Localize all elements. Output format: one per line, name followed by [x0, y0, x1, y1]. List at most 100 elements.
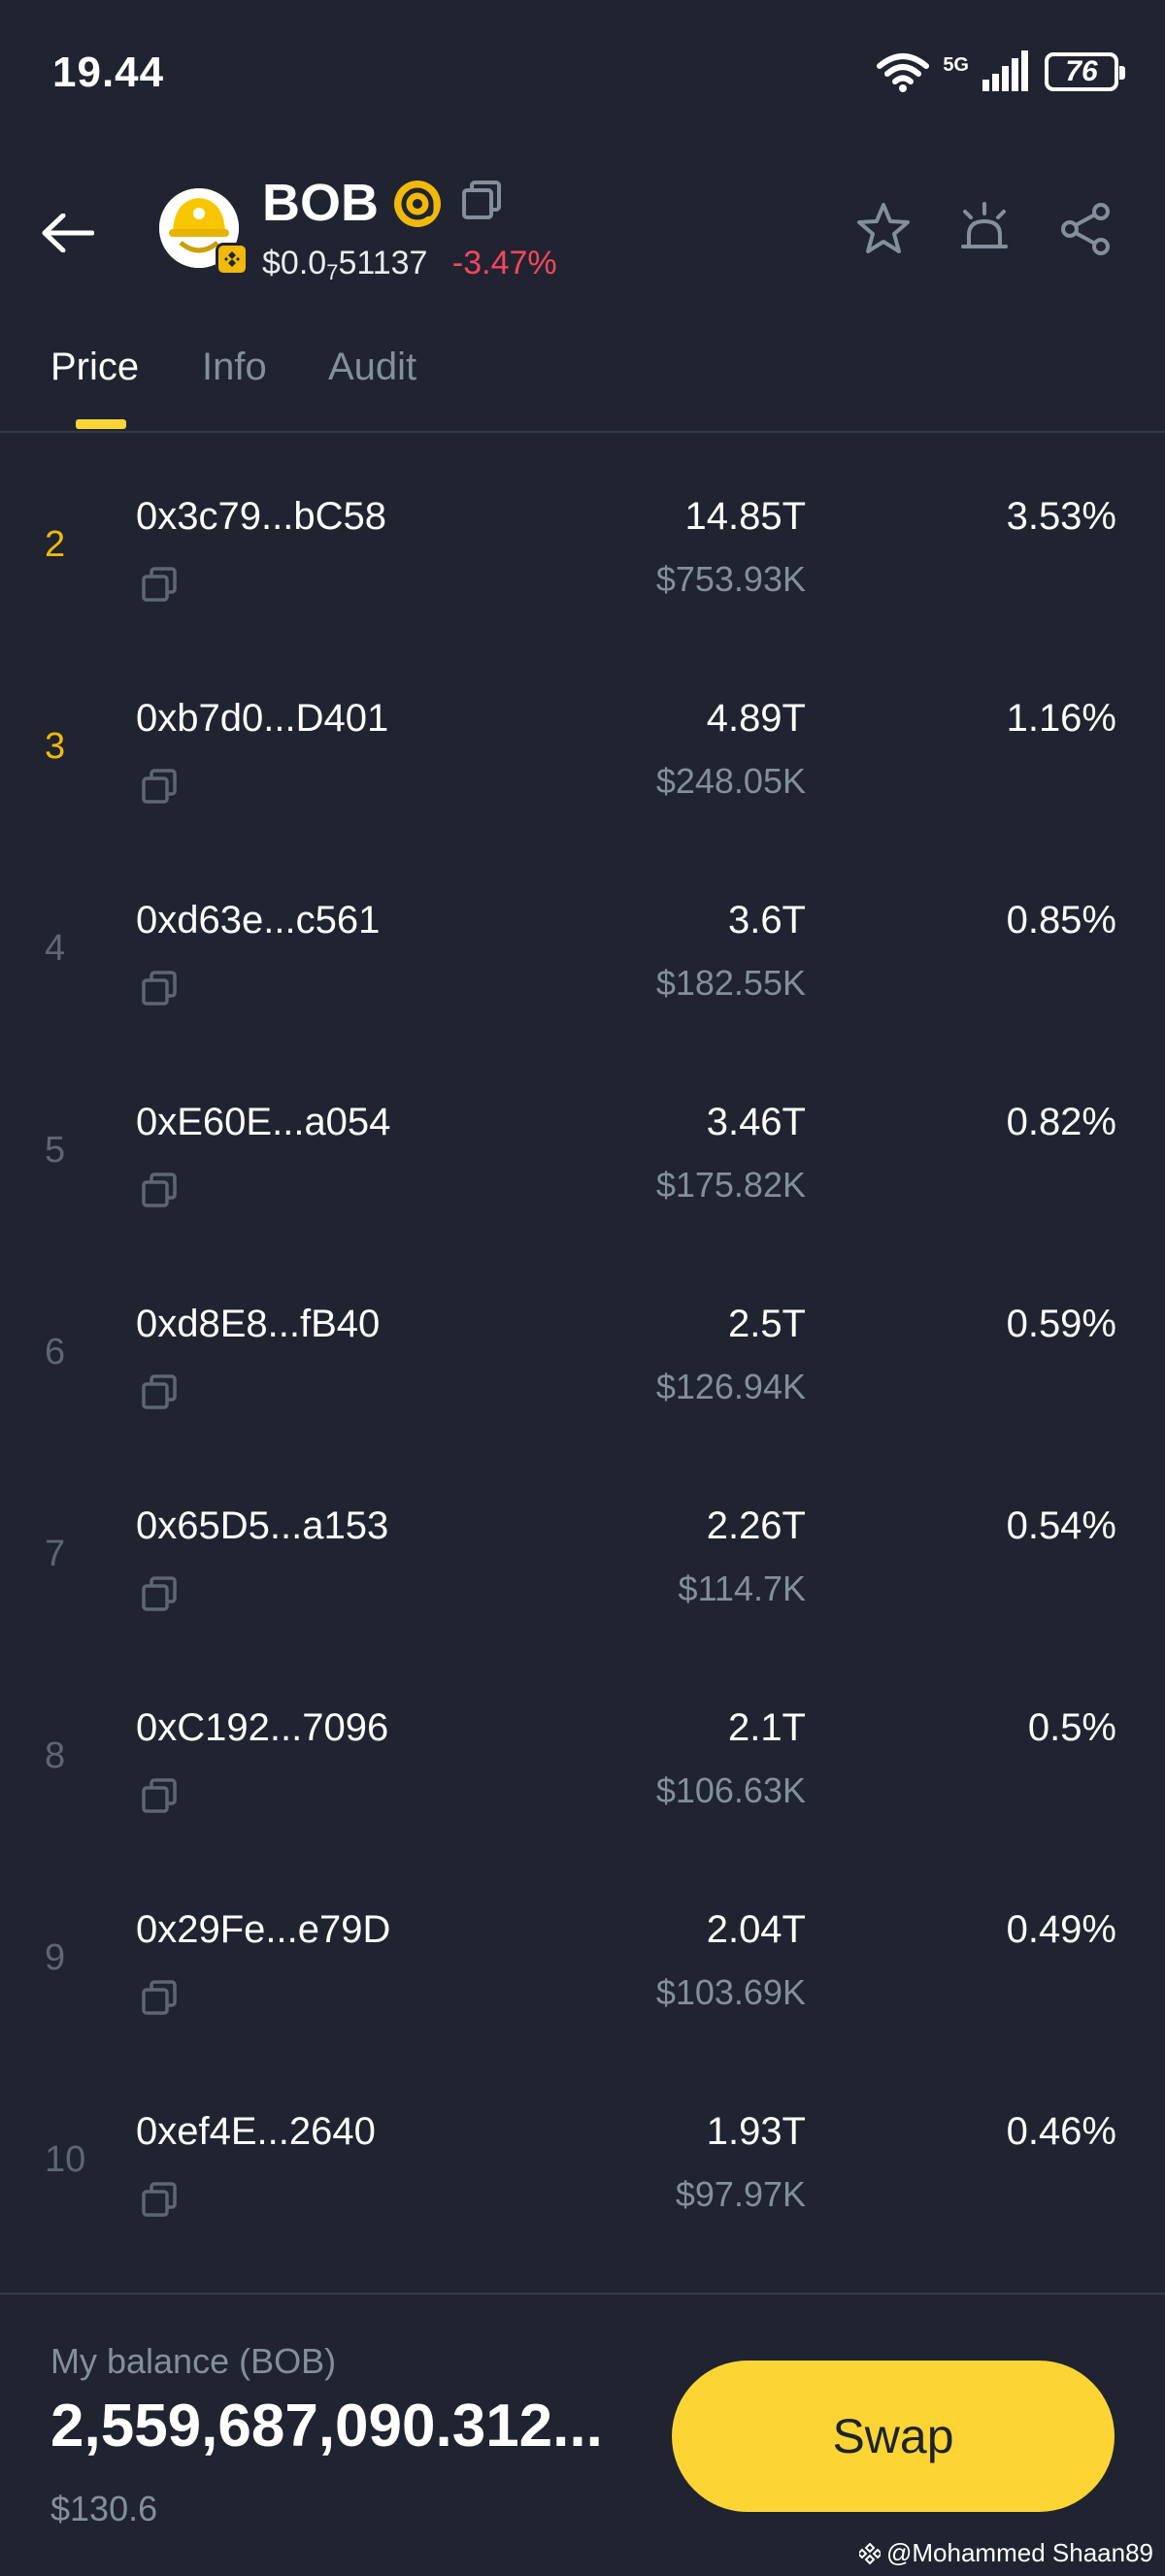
holder-address: 0xd63e...c561 — [136, 899, 381, 941]
holder-row[interactable]: 7 0x65D5...a153 2.26T $114.7K 0.54% — [0, 1442, 1165, 1644]
holder-rank: 6 — [45, 1332, 66, 1372]
holder-row[interactable]: 2 0x3c79...bC58 14.85T $753.93K 3.53% — [0, 433, 1165, 635]
holder-amount: 14.85T — [684, 495, 806, 538]
holder-amount: 2.26T — [706, 1504, 806, 1547]
price-prefix: $0.0 — [262, 245, 327, 281]
copy-icon[interactable] — [140, 1776, 179, 1815]
holders-list: 2 0x3c79...bC58 14.85T $753.93K 3.53% 3 0xb7d0… — [0, 433, 1165, 2250]
copy-icon[interactable] — [140, 1978, 179, 2017]
holder-amount-usd: $182.55K — [655, 963, 806, 1003]
copy-icon[interactable] — [140, 1372, 179, 1411]
tab-info[interactable]: Info — [202, 346, 267, 389]
copy-icon[interactable] — [140, 565, 179, 604]
holder-row[interactable]: 3 0xb7d0...D401 4.89T $248.05K 1.16% — [0, 635, 1165, 837]
watermark: @Mohammed Shaan89 — [859, 2538, 1153, 2568]
price-alert-button[interactable] — [953, 198, 1015, 260]
copy-icon[interactable] — [140, 1574, 179, 1613]
holder-amount-usd: $175.82K — [655, 1165, 806, 1205]
holder-amount-usd: $126.94K — [655, 1367, 806, 1406]
holder-row[interactable]: 9 0x29Fe...e79D 2.04T $103.69K 0.49% — [0, 1846, 1165, 2048]
balance-usd: $130.6 — [50, 2489, 158, 2528]
holder-percent: 0.5% — [1027, 1706, 1116, 1749]
favorite-button[interactable] — [852, 198, 915, 260]
bottom-bar: My balance (BOB) 2,559,687,090.312... $1… — [0, 2293, 1165, 2576]
copy-icon[interactable] — [140, 767, 179, 806]
price-change: -3.47% — [451, 245, 557, 281]
holder-percent: 0.49% — [1006, 1908, 1116, 1951]
copy-icon[interactable] — [140, 2180, 179, 2219]
holder-amount: 4.89T — [706, 697, 806, 740]
balance-value: 2,559,687,090.312... — [50, 2393, 603, 2460]
status-icons: 5G 76 — [877, 50, 1125, 93]
holder-rank: 2 — [45, 524, 66, 565]
holder-address: 0xef4E...2640 — [136, 2110, 376, 2153]
holder-percent: 3.53% — [1006, 495, 1116, 538]
tab-audit[interactable]: Audit — [328, 346, 416, 389]
holder-address: 0x29Fe...e79D — [136, 1908, 391, 1951]
holder-percent: 0.46% — [1006, 2110, 1116, 2153]
bnb-icon — [224, 251, 240, 267]
holder-amount-usd: $248.05K — [655, 761, 806, 801]
holder-amount-usd: $753.93K — [655, 559, 806, 599]
holder-rank: 3 — [45, 726, 66, 767]
signal-icon — [982, 50, 1028, 91]
battery-icon: 76 — [1045, 52, 1125, 91]
holder-amount-usd: $106.63K — [655, 1770, 806, 1810]
watermark-text: @Mohammed Shaan89 — [886, 2538, 1153, 2567]
holder-amount: 2.5T — [727, 1303, 806, 1345]
status-time: 19.44 — [52, 49, 165, 96]
holder-amount-usd: $103.69K — [655, 1972, 806, 2012]
share-icon — [1061, 203, 1110, 255]
holder-percent: 1.16% — [1006, 697, 1116, 740]
holder-rank: 7 — [45, 1534, 66, 1574]
holder-amount-usd: $97.97K — [675, 2174, 806, 2214]
copy-icon[interactable] — [140, 969, 179, 1007]
tab-price[interactable]: Price — [50, 346, 139, 389]
holder-amount: 1.93T — [706, 2110, 806, 2153]
token-price: $0.0751137 -3.47% — [262, 245, 557, 285]
holder-address: 0xd8E8...fB40 — [136, 1303, 381, 1345]
binance-logo-icon — [859, 2542, 881, 2564]
holder-row[interactable]: 8 0xC192...7096 2.1T $106.63K 0.5% — [0, 1644, 1165, 1846]
holder-rank: 9 — [45, 1937, 66, 1978]
active-tab-indicator — [76, 419, 126, 429]
star-icon — [857, 203, 910, 253]
copy-icon[interactable] — [460, 179, 503, 221]
holder-amount-usd: $114.7K — [678, 1569, 806, 1608]
balance-label: My balance (BOB) — [50, 2341, 337, 2381]
price-digits: 51137 — [338, 245, 428, 281]
holder-percent: 0.82% — [1006, 1101, 1116, 1143]
alarm-icon — [961, 202, 1008, 248]
token-symbol: BOB — [262, 174, 379, 232]
price-zero-count: 7 — [326, 260, 339, 284]
holder-rank: 5 — [45, 1130, 66, 1171]
bnb-chain-badge — [216, 243, 249, 276]
holder-address: 0xb7d0...D401 — [136, 697, 389, 740]
holder-row[interactable]: 5 0xE60E...a054 3.46T $175.82K 0.82% — [0, 1039, 1165, 1240]
at-mention-icon[interactable] — [392, 179, 443, 229]
back-button[interactable] — [39, 204, 97, 262]
holder-row[interactable]: 4 0xd63e...c561 3.6T $182.55K 0.85% — [0, 837, 1165, 1039]
holder-amount: 2.1T — [727, 1706, 806, 1749]
holder-amount: 3.6T — [727, 899, 806, 941]
holder-percent: 0.59% — [1006, 1303, 1116, 1345]
holder-address: 0x65D5...a153 — [136, 1504, 389, 1547]
holder-rank: 10 — [45, 2139, 86, 2180]
holder-address: 0xE60E...a054 — [136, 1101, 391, 1143]
arrow-left-icon — [42, 214, 94, 252]
holder-percent: 0.54% — [1006, 1504, 1116, 1547]
holder-row[interactable]: 6 0xd8E8...fB40 2.5T $126.94K 0.59% — [0, 1240, 1165, 1442]
holder-rank: 4 — [45, 928, 66, 969]
holder-row[interactable]: 10 0xef4E...2640 1.93T $97.97K 0.46% — [0, 2048, 1165, 2250]
tab-bar: Price Info Audit — [0, 330, 1165, 433]
share-button[interactable] — [1054, 198, 1116, 260]
holder-amount: 2.04T — [706, 1908, 806, 1951]
swap-button[interactable]: Swap — [672, 2361, 1115, 2512]
status-bar: 19.44 5G 76 — [0, 0, 1165, 146]
wifi-icon — [877, 53, 930, 92]
holder-address: 0x3c79...bC58 — [136, 495, 386, 538]
holder-address: 0xC192...7096 — [136, 1706, 389, 1749]
holder-percent: 0.85% — [1006, 899, 1116, 941]
copy-icon[interactable] — [140, 1171, 179, 1209]
holder-rank: 8 — [45, 1735, 66, 1776]
